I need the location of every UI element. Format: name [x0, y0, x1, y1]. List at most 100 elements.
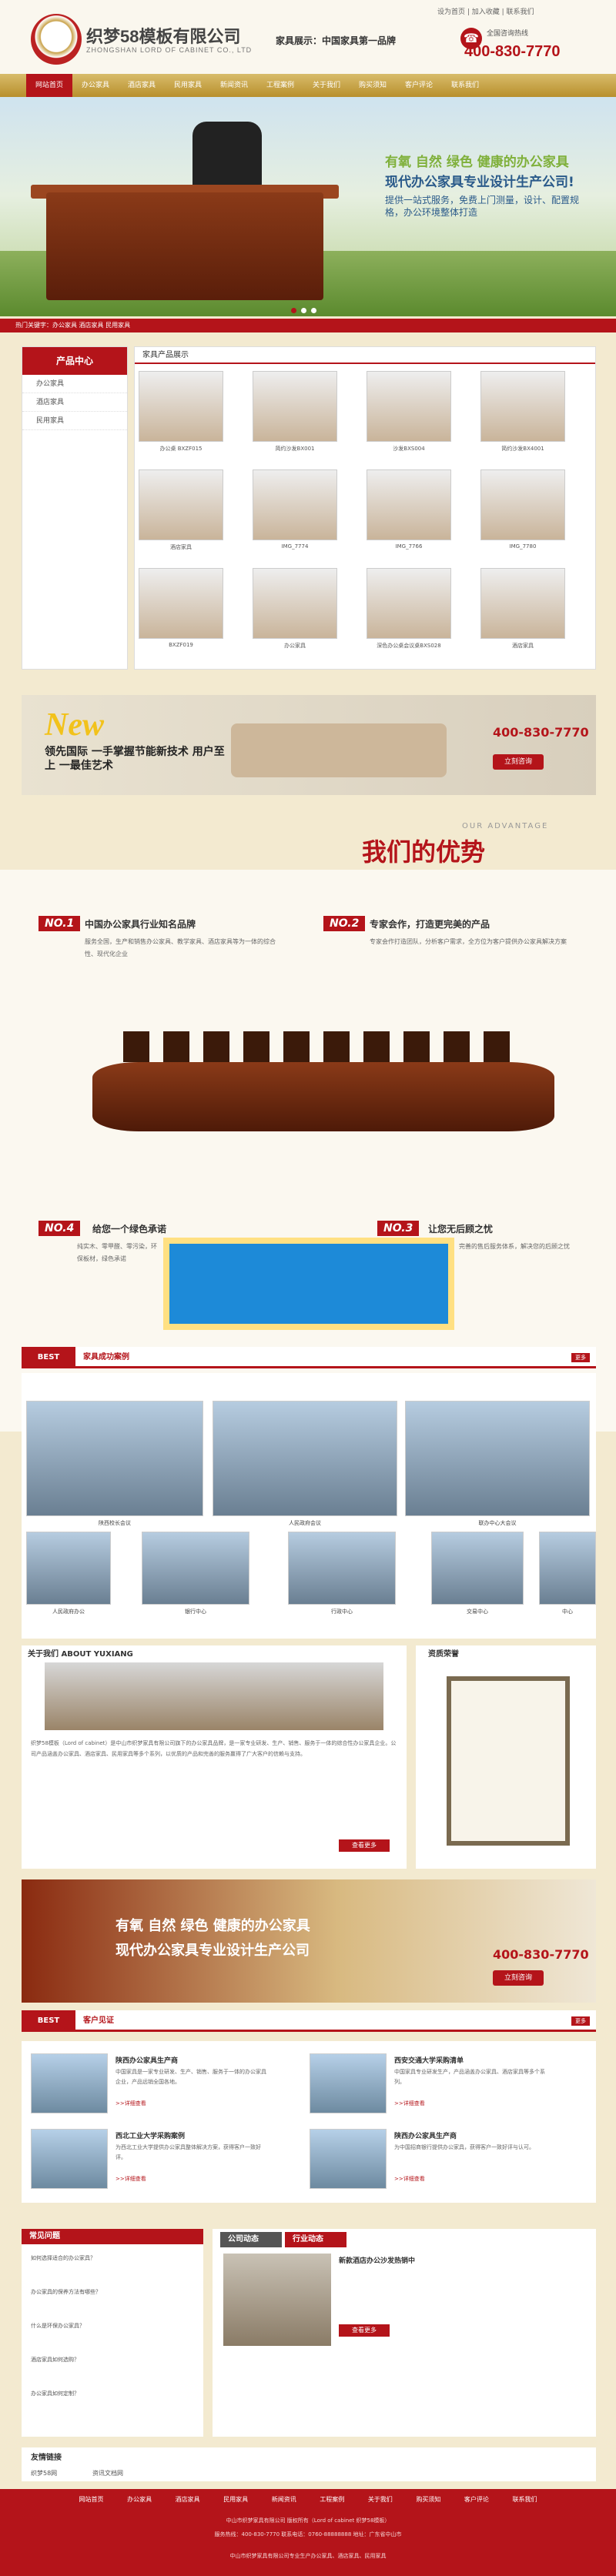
nav-item[interactable]: 工程案例 — [257, 74, 303, 97]
product-caption[interactable]: 沙发BXS004 — [367, 445, 451, 453]
case-caption[interactable]: 行政中心 — [288, 1608, 396, 1615]
footer-nav-item[interactable]: 网站首页 — [79, 2496, 104, 2503]
footer-nav-item[interactable]: 联系我们 — [512, 2496, 537, 2503]
product-card[interactable]: 办公家具 — [253, 568, 337, 654]
product-caption[interactable]: 办公桌 BXZF015 — [139, 445, 223, 453]
customer-image[interactable] — [310, 2053, 387, 2113]
nav-item[interactable]: 客户评论 — [396, 74, 442, 97]
product-caption[interactable]: 简约沙发BX001 — [253, 445, 337, 453]
footer-nav-item[interactable]: 工程案例 — [320, 2496, 344, 2503]
footer-nav-item[interactable]: 关于我们 — [368, 2496, 393, 2503]
certificate-image[interactable] — [447, 1676, 570, 1846]
case-image[interactable] — [142, 1532, 249, 1605]
product-card[interactable]: IMG_7780 — [480, 469, 565, 556]
nav-item-home[interactable]: 网站首页 — [26, 74, 72, 97]
news-more-button[interactable]: 查看更多 — [339, 2324, 390, 2337]
product-caption[interactable]: BXZF019 — [139, 642, 223, 648]
case-caption[interactable]: 人民政府会议 — [213, 1519, 397, 1527]
footer-nav-item[interactable]: 购买须知 — [416, 2496, 440, 2503]
footer-nav-item[interactable]: 客户评论 — [464, 2496, 489, 2503]
faq-item[interactable]: 办公家具的保养方法有哪些？ — [31, 2287, 185, 2297]
product-image[interactable] — [253, 568, 337, 639]
product-card[interactable]: 酒店家具 — [480, 568, 565, 654]
product-caption[interactable]: IMG_7774 — [253, 543, 337, 550]
customer-title[interactable]: 西安交通大学采购清单 — [394, 2055, 464, 2065]
case-caption[interactable]: 人民政府办公 — [26, 1608, 111, 1615]
tab-industry-news[interactable]: 行业动态 — [285, 2232, 346, 2247]
sidebar-item[interactable]: 民用家具 — [22, 412, 127, 430]
product-image[interactable] — [253, 371, 337, 442]
product-image[interactable] — [139, 371, 223, 442]
more-link[interactable]: 更多 — [571, 1353, 590, 1362]
footer-nav-item[interactable]: 酒店家具 — [176, 2496, 200, 2503]
customer-title[interactable]: 陕西办公家具生产商 — [116, 2055, 178, 2065]
product-image[interactable] — [367, 371, 451, 442]
case-caption[interactable]: 中心 — [539, 1608, 596, 1615]
case-caption[interactable]: 银行中心 — [142, 1608, 249, 1615]
case-caption[interactable]: 陕西校长会议 — [26, 1519, 203, 1527]
case-image[interactable] — [539, 1532, 596, 1605]
news-headline[interactable]: 新款酒店办公沙发热销中 — [339, 2255, 415, 2265]
promo-consult-button[interactable]: 立刻咨询 — [493, 754, 544, 770]
top-links[interactable]: 设为首页 | 加入收藏 | 联系我们 — [437, 6, 534, 16]
nav-item[interactable]: 联系我们 — [442, 74, 488, 97]
product-caption[interactable]: IMG_7780 — [480, 543, 565, 550]
customer-more-link[interactable]: >>详细查看 — [116, 2175, 146, 2183]
nav-item[interactable]: 酒店家具 — [119, 74, 165, 97]
product-image[interactable] — [367, 568, 451, 639]
case-image[interactable] — [431, 1532, 524, 1605]
case-caption[interactable]: 联办中心大会议 — [405, 1519, 590, 1527]
sidebar-item[interactable]: 酒店家具 — [22, 393, 127, 412]
customer-title[interactable]: 陕西办公家具生产商 — [394, 2130, 457, 2140]
nav-item[interactable]: 民用家具 — [165, 74, 211, 97]
case-image[interactable] — [405, 1401, 590, 1516]
nav-item[interactable]: 办公家具 — [72, 74, 119, 97]
pager-dot[interactable] — [301, 308, 306, 313]
product-card[interactable]: BXZF019 — [139, 568, 223, 654]
pager-dot[interactable] — [291, 308, 296, 313]
case-image[interactable] — [213, 1401, 397, 1516]
footer-nav-item[interactable]: 办公家具 — [127, 2496, 152, 2503]
product-card[interactable]: 沙发BXS004 — [367, 371, 451, 457]
faq-item[interactable]: 办公家具如何定制？ — [31, 2389, 185, 2398]
friend-link[interactable]: 织梦58网 — [31, 2469, 57, 2477]
product-card[interactable]: 深色办公桌会议桌BXS028 — [367, 568, 451, 654]
customer-image[interactable] — [310, 2129, 387, 2189]
product-image[interactable] — [139, 469, 223, 540]
faq-item[interactable]: 如何选择适合的办公家具？ — [31, 2254, 185, 2263]
product-card[interactable]: 简约沙发BX001 — [253, 371, 337, 457]
product-image[interactable] — [480, 568, 565, 639]
product-image[interactable] — [480, 469, 565, 540]
friend-link[interactable]: 资讯文档网 — [92, 2469, 123, 2477]
case-caption[interactable]: 交易中心 — [431, 1608, 524, 1615]
customer-image[interactable] — [31, 2129, 108, 2189]
product-card[interactable]: IMG_7774 — [253, 469, 337, 556]
customer-title[interactable]: 西北工业大学采购案例 — [116, 2130, 185, 2140]
product-card[interactable]: 办公桌 BXZF015 — [139, 371, 223, 457]
customer-more-link[interactable]: >>详细查看 — [116, 2100, 146, 2107]
footer-nav-item[interactable]: 新闻资讯 — [272, 2496, 296, 2503]
product-card[interactable]: 简约沙发BX4001 — [480, 371, 565, 457]
sidebar-item[interactable]: 办公家具 — [22, 375, 127, 393]
product-card[interactable]: IMG_7766 — [367, 469, 451, 556]
customer-more-link[interactable]: >>详细查看 — [394, 2100, 425, 2107]
product-caption[interactable]: 酒店家具 — [139, 543, 223, 551]
product-image[interactable] — [480, 371, 565, 442]
product-caption[interactable]: 简约沙发BX4001 — [480, 445, 565, 453]
case-image[interactable] — [26, 1401, 203, 1516]
customer-more-link[interactable]: >>详细查看 — [394, 2175, 425, 2183]
product-image[interactable] — [253, 469, 337, 540]
about-more-button[interactable]: 查看更多 — [339, 1839, 390, 1852]
tab-company-news[interactable]: 公司动态 — [220, 2232, 282, 2247]
hot-keywords-bar[interactable]: 热门关键字：办公家具 酒店家具 民用家具 — [0, 319, 616, 332]
product-caption[interactable]: 酒店家具 — [480, 642, 565, 650]
faq-item[interactable]: 什么是环保办公家具？ — [31, 2321, 185, 2330]
nav-item[interactable]: 关于我们 — [303, 74, 350, 97]
logo[interactable] — [31, 14, 82, 65]
product-card[interactable]: 酒店家具 — [139, 469, 223, 556]
customer-image[interactable] — [31, 2053, 108, 2113]
product-image[interactable] — [367, 469, 451, 540]
product-image[interactable] — [139, 568, 223, 639]
pager-dot[interactable] — [311, 308, 316, 313]
product-caption[interactable]: 深色办公桌会议桌BXS028 — [367, 642, 451, 650]
